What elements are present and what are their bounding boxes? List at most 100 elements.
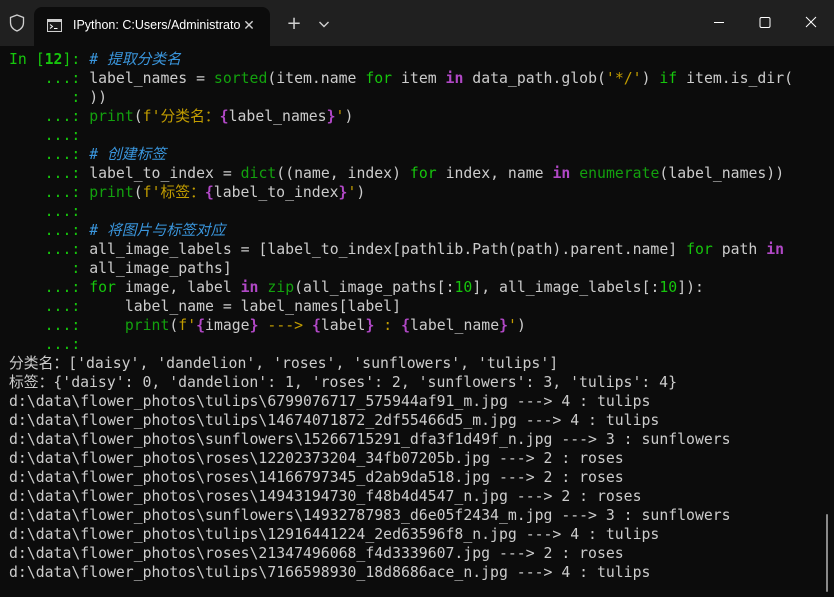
- code-token: }: [249, 317, 259, 334]
- code-token: d:\data\flower_photos\tulips\12916441224…: [9, 526, 660, 543]
- console-line: ...: # 创建标签: [9, 145, 167, 164]
- code-token: label_name: [410, 317, 500, 334]
- console-line: 标签：{'daisy': 0, 'dandelion': 1, 'roses':…: [9, 373, 677, 392]
- prompt-text: ...:: [9, 146, 90, 163]
- prompt-text: ...:: [9, 203, 90, 220]
- prompt-text: ...:: [9, 336, 90, 353]
- scrollbar[interactable]: [826, 514, 828, 592]
- code-token: d:\data\flower_photos\sunflowers\1526671…: [9, 431, 731, 448]
- code-token: if: [659, 70, 678, 87]
- code-token: --->: [258, 317, 312, 334]
- code-token: # 提取分类名: [89, 51, 182, 68]
- code-token: d:\data\flower_photos\tulips\7166598930_…: [9, 564, 651, 581]
- code-token: d:\data\flower_photos\sunflowers\1493278…: [9, 507, 731, 524]
- code-token: index, name: [436, 165, 553, 182]
- console-line: In [12]: # 提取分类名: [9, 50, 181, 69]
- code-token: (: [133, 108, 143, 125]
- tab-title: IPython: C:Users/Administrato: [73, 18, 241, 32]
- code-token: data_path.glob(: [463, 70, 606, 87]
- console-line: ...:: [9, 335, 89, 354]
- console-line: d:\data\flower_photos\roses\14166797345_…: [9, 468, 624, 487]
- chevron-down-icon[interactable]: [314, 14, 334, 34]
- console-line: d:\data\flower_photos\roses\14943194730_…: [9, 487, 642, 506]
- terminal-tab[interactable]: IPython: C:Users/Administrato ✕: [34, 7, 270, 46]
- console-line: ...:: [9, 126, 89, 145]
- code-token: d:\data\flower_photos\roses\14166797345_…: [9, 469, 624, 486]
- new-tab-button[interactable]: +: [284, 14, 304, 34]
- code-token: item: [392, 70, 446, 87]
- close-tab-button[interactable]: ✕: [240, 17, 258, 35]
- prompt-text: ...:: [9, 241, 90, 258]
- console-line: ...: label_names = sorted(item.name for …: [9, 69, 793, 88]
- prompt-text: In [: [9, 51, 45, 68]
- code-token: ': [508, 317, 517, 334]
- code-token: (: [169, 317, 179, 334]
- console-line: d:\data\flower_photos\tulips\7166598930_…: [9, 563, 650, 582]
- code-token: ): [344, 108, 354, 125]
- console-line: : )): [9, 88, 107, 107]
- code-token: ]):: [677, 279, 704, 296]
- code-token: in: [240, 279, 259, 296]
- console-line: 分类名：['daisy', 'dandelion', 'roses', 'sun…: [9, 354, 558, 373]
- prompt-text: ]:: [62, 51, 90, 68]
- code-token: d:\data\flower_photos\roses\12202373204_…: [9, 450, 624, 467]
- code-token: f'分类名：: [142, 108, 220, 125]
- prompt-text: ...:: [9, 298, 90, 315]
- code-token: d:\data\flower_photos\roses\21347496068_…: [9, 545, 624, 562]
- code-token: in: [766, 241, 785, 258]
- code-token: path: [712, 241, 767, 258]
- code-token: ): [516, 317, 526, 334]
- code-token: image: [205, 317, 250, 334]
- code-token: print: [89, 184, 134, 201]
- code-token: ((name, index): [276, 165, 410, 182]
- shield-icon[interactable]: [6, 12, 28, 34]
- code-token: {: [219, 108, 229, 125]
- code-token: }: [499, 317, 509, 334]
- code-token: enumerate: [579, 165, 660, 182]
- code-token: for: [409, 165, 437, 182]
- code-token: all_image_labels = [label_to_index[pathl…: [89, 241, 687, 258]
- code-token: in: [552, 165, 571, 182]
- console-line: ...: print(f'标签：{label_to_index}'): [9, 183, 366, 202]
- code-token: item.is_dir(: [677, 70, 794, 87]
- code-token: {: [401, 317, 411, 334]
- code-token: )): [89, 89, 108, 106]
- console-line: : all_image_paths]: [9, 259, 232, 278]
- console-line: ...: label_name = label_names[label]: [9, 297, 401, 316]
- code-token: # 创建标签: [89, 146, 167, 163]
- prompt-text: ...:: [9, 184, 90, 201]
- code-token: # 将图片与标签对应: [89, 222, 226, 239]
- code-token: for: [89, 279, 116, 296]
- code-token: f': [178, 317, 197, 334]
- code-token: print: [124, 317, 170, 334]
- code-token: (label_names)): [659, 165, 785, 182]
- code-token: label_names =: [89, 70, 214, 87]
- code-token: label: [320, 317, 366, 334]
- console-line: ...: # 将图片与标签对应: [9, 221, 226, 240]
- code-token: in: [445, 70, 464, 87]
- prompt-text: :: [9, 260, 90, 277]
- code-token: d:\data\flower_photos\tulips\14674071872…: [9, 412, 660, 429]
- code-token: all_image_paths]: [89, 260, 232, 277]
- code-token: for: [686, 241, 713, 258]
- minimize-icon[interactable]: [696, 0, 742, 46]
- code-token: {: [311, 317, 321, 334]
- console-line: ...: all_image_labels = [label_to_index[…: [9, 240, 784, 259]
- code-token: image, label: [115, 279, 241, 296]
- code-token: label_name = label_names[label]: [89, 298, 401, 315]
- title-bar[interactable]: IPython: C:Users/Administrato ✕ +: [0, 0, 834, 46]
- code-token: :: [374, 317, 402, 334]
- maximize-icon[interactable]: [742, 0, 788, 46]
- terminal-output[interactable]: In [12]: # 提取分类名 ...: label_names = sort…: [0, 46, 834, 597]
- terminal-icon: [47, 19, 62, 32]
- console-line: d:\data\flower_photos\tulips\12916441224…: [9, 525, 659, 544]
- code-token: (all_image_paths[:: [294, 279, 455, 296]
- code-token: ], all_image_labels[:: [472, 279, 660, 296]
- code-token: ): [641, 70, 660, 87]
- code-token: label_to_index =: [89, 165, 241, 182]
- code-token: label_names: [228, 108, 327, 125]
- code-token: (: [133, 184, 143, 201]
- close-icon[interactable]: [788, 0, 834, 46]
